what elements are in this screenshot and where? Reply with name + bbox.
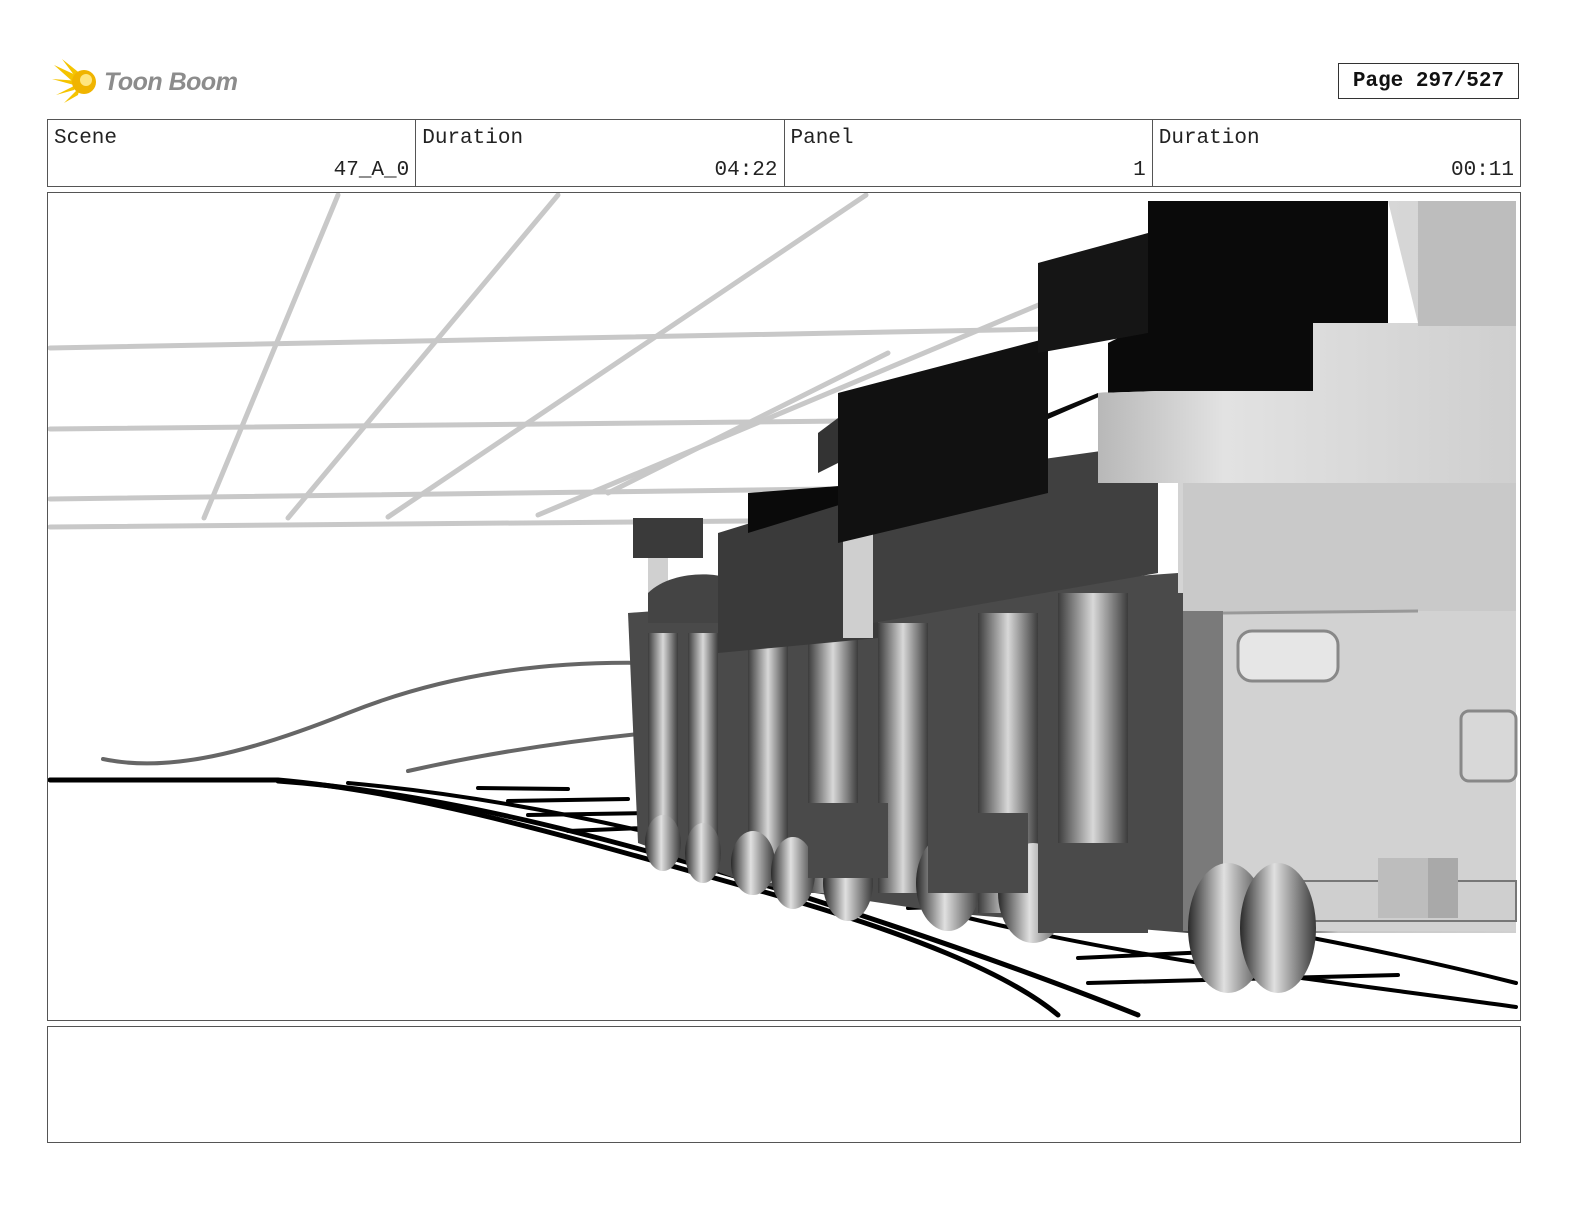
scene-label: Scene	[54, 127, 118, 150]
panel-value: 1	[1133, 159, 1146, 182]
logo-text: Toon Boom	[104, 67, 238, 96]
scene-duration-cell: Duration 04:22	[416, 120, 785, 186]
panel-duration-label: Duration	[1158, 127, 1260, 150]
scene-duration-label: Duration	[422, 127, 524, 150]
scene-info-table: Scene 47_A_0 Duration 04:22 Panel 1 Dura…	[47, 119, 1521, 187]
notes-box	[47, 1026, 1521, 1143]
scene-cell: Scene 47_A_0	[48, 120, 417, 186]
scene-value: 47_A_0	[333, 159, 410, 182]
storyboard-panel-image	[47, 192, 1521, 1021]
train-illustration	[48, 193, 1518, 1018]
panel-cell: Panel 1	[785, 120, 1153, 186]
tender-window	[1236, 629, 1340, 683]
starburst-icon	[52, 59, 96, 103]
scene-duration-value: 04:22	[714, 159, 778, 182]
toon-boom-logo: Toon Boom	[50, 56, 250, 108]
page-indicator: Page 297/527	[1338, 63, 1519, 99]
front-dark-block	[633, 518, 703, 558]
panel-label: Panel	[790, 127, 854, 150]
panel-duration-cell: Duration 00:11	[1153, 120, 1520, 186]
speed-lines	[101, 660, 650, 773]
panel-duration-value: 00:11	[1450, 159, 1514, 182]
